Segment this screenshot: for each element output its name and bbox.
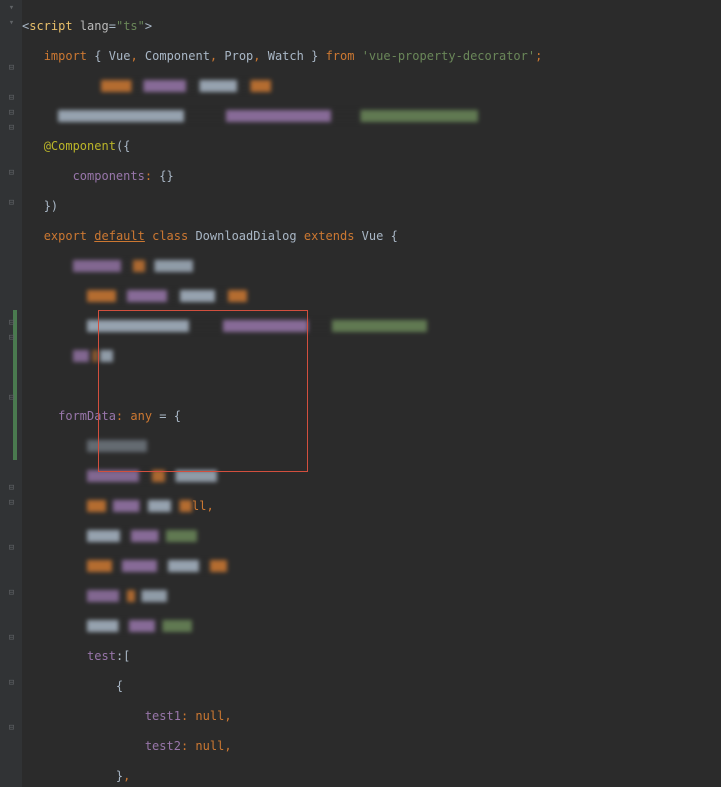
obscured-code <box>87 470 217 482</box>
fold-icon[interactable]: ⊟ <box>7 724 16 733</box>
fold-icon[interactable]: ⊟ <box>7 394 16 403</box>
obscured-code <box>87 500 192 512</box>
fold-icon[interactable]: ▾ <box>7 4 16 13</box>
obscured-code <box>101 80 271 92</box>
decorator: @Component <box>44 139 116 153</box>
fold-icon[interactable]: ⊟ <box>7 544 16 553</box>
fold-icon[interactable]: ⊟ <box>7 169 16 178</box>
obscured-code <box>73 260 193 272</box>
class-name: DownloadDialog <box>195 229 296 243</box>
obscured-code <box>87 590 167 602</box>
fold-icon[interactable]: ⊟ <box>7 589 16 598</box>
components-key: components <box>73 169 145 183</box>
fold-icon[interactable]: ⊟ <box>7 94 16 103</box>
fold-icon[interactable]: ⊟ <box>7 319 16 328</box>
fold-icon[interactable]: ⊟ <box>7 484 16 493</box>
obscured-code <box>87 320 427 332</box>
obscured-code <box>73 350 113 362</box>
obscured-code <box>87 440 147 452</box>
fold-icon[interactable]: ⊟ <box>7 199 16 208</box>
fold-icon[interactable]: ⊟ <box>7 679 16 688</box>
test-key: test <box>87 649 116 663</box>
formdata-prop: formData <box>58 409 116 423</box>
fold-icon[interactable]: ⊟ <box>7 109 16 118</box>
fold-icon[interactable]: ⊟ <box>7 64 16 73</box>
obscured-code <box>87 530 197 542</box>
obscured-code <box>87 290 247 302</box>
fold-icon[interactable]: ⊟ <box>7 634 16 643</box>
obscured-code <box>87 620 192 632</box>
fold-icon[interactable]: ⊟ <box>7 124 16 133</box>
obscured-code <box>58 110 478 122</box>
script-tag: script <box>29 19 72 33</box>
fold-icon[interactable]: ⊟ <box>7 334 16 343</box>
fold-icon[interactable]: ⊟ <box>7 499 16 508</box>
obscured-code <box>87 560 227 572</box>
fold-icon[interactable]: ▾ <box>7 19 16 28</box>
code-editor[interactable]: <script lang="ts"> import { Vue, Compone… <box>22 4 585 787</box>
